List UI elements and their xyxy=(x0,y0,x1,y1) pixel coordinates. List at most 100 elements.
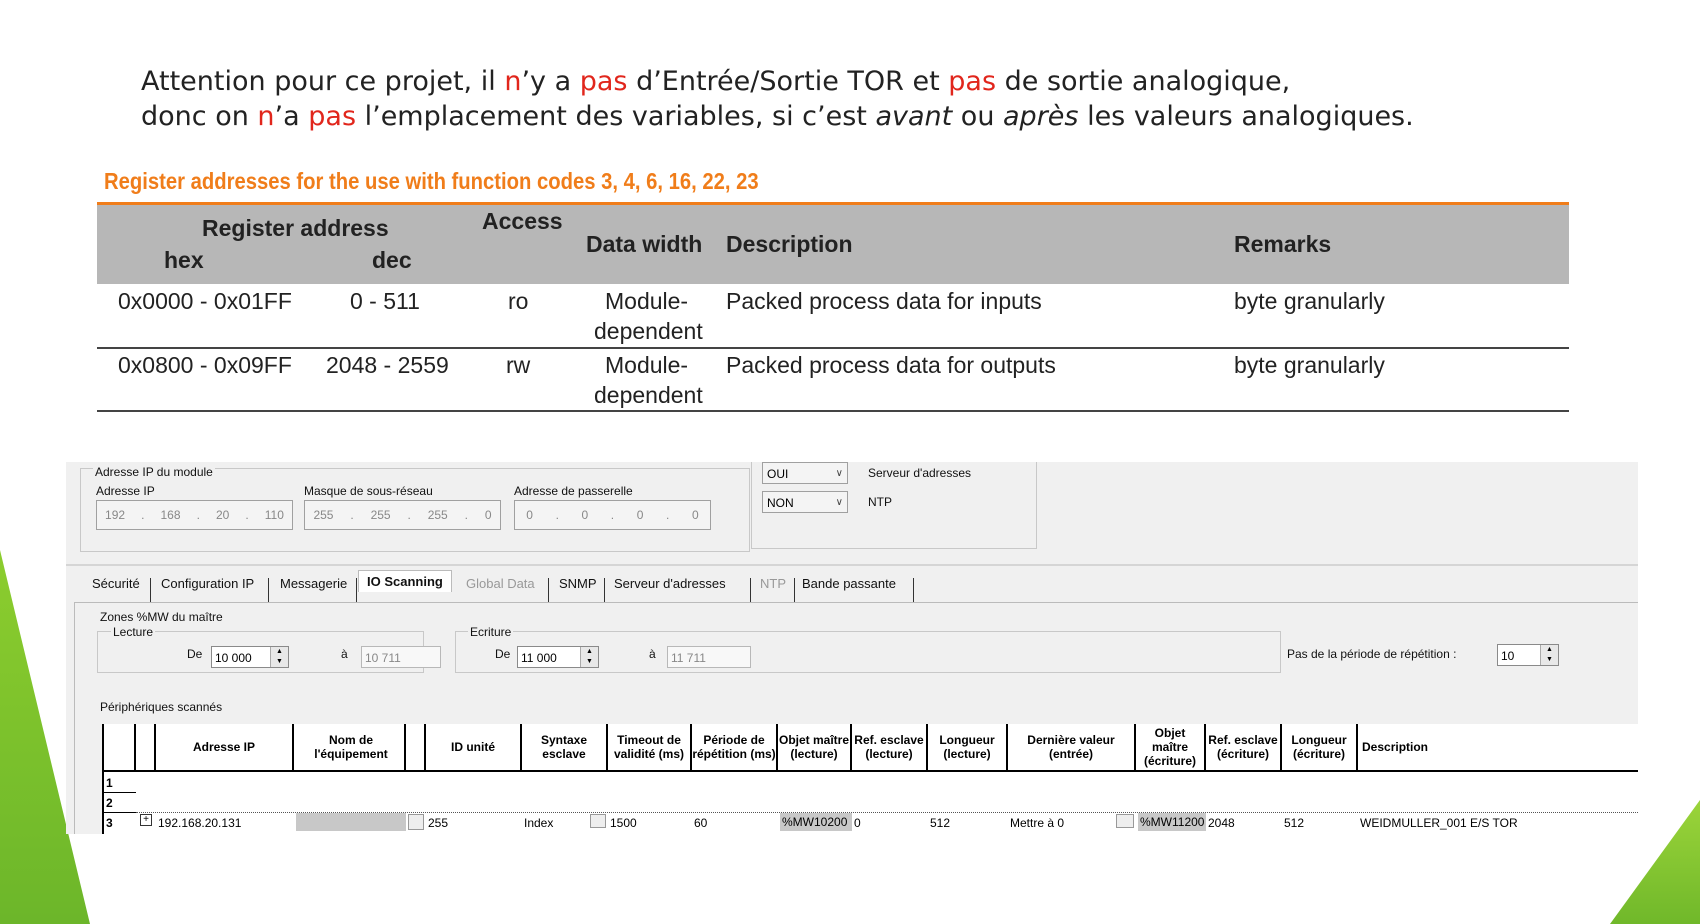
row3-len-read[interactable]: 512 xyxy=(930,816,950,830)
row-number-1[interactable]: 1 xyxy=(106,776,113,790)
module-ip-group-label: Adresse IP du module xyxy=(93,465,215,479)
lecture-from-spinner[interactable]: 10 000 ▲ ▼ xyxy=(211,646,289,668)
row3-ref-read[interactable]: 0 xyxy=(854,816,861,830)
col-objet-maitre-lecture[interactable]: Objet maître (lecture) xyxy=(778,724,852,772)
lecture-de-label: De xyxy=(187,647,203,661)
ntp-combo[interactable]: NON ∨ xyxy=(762,491,848,513)
row3-unit-id[interactable]: 255 xyxy=(428,816,448,830)
row2-access: rw xyxy=(506,352,531,378)
col-nom-equipement[interactable]: Nom de l'équipement xyxy=(294,724,406,772)
spinner-arrows-icon[interactable]: ▲ ▼ xyxy=(580,647,598,667)
header-remarks: Remarks xyxy=(1234,231,1332,257)
col-periode[interactable]: Période de répétition (ms) xyxy=(692,724,778,772)
period-label: Pas de la période de répétition : xyxy=(1287,647,1457,661)
row1-remarks: byte granularly xyxy=(1234,288,1385,314)
header-data-width: Data width xyxy=(586,231,703,257)
col-ref-esclave-lecture[interactable]: Ref. esclave (lecture) xyxy=(852,724,928,772)
header-dec: dec xyxy=(372,247,412,273)
register-row-separator xyxy=(97,347,1569,349)
row1-access: ro xyxy=(508,288,529,314)
register-table-bottom-rule xyxy=(97,410,1569,412)
ip-address-field[interactable]: 192. 168. 20. 110 xyxy=(96,500,293,530)
tab-securite[interactable]: Sécurité xyxy=(92,576,140,591)
tab-configuration-ip[interactable]: Configuration IP xyxy=(161,576,254,591)
row2-remarks: byte granularly xyxy=(1234,352,1385,378)
tab-bande-passante[interactable]: Bande passante xyxy=(802,576,896,591)
row3-last-value[interactable]: Mettre à 0 xyxy=(1010,816,1064,830)
tab-serveur-adresses[interactable]: Serveur d'adresses xyxy=(614,576,726,591)
col-adresse-ip[interactable]: Adresse IP xyxy=(156,724,294,772)
row2-dec: 2048 - 2559 xyxy=(326,352,449,378)
row2-description: Packed process data for outputs xyxy=(726,352,1056,378)
spinner-arrows-icon[interactable]: ▲ ▼ xyxy=(1540,645,1558,665)
row-number-2[interactable]: 2 xyxy=(106,796,113,810)
ecriture-a-label: à xyxy=(649,647,656,661)
address-server-combo[interactable]: OUI ∨ xyxy=(762,462,848,484)
row3-description[interactable]: WEIDMULLER_001 E/S TOR xyxy=(1360,816,1518,830)
notice-line-2: donc on n’a pas l’emplacement des variab… xyxy=(141,101,1414,132)
row2-width-line1: Module- xyxy=(605,352,689,378)
ethernet-module-config-window: Adresse IP du module Adresse IP 192. 168.… xyxy=(66,462,1638,834)
row-number-3[interactable]: 3 xyxy=(106,816,113,830)
row2-hex: 0x0800 - 0x09FF xyxy=(118,352,292,378)
row3-obj-read[interactable]: %MW10200 xyxy=(780,813,852,831)
ecriture-label: Ecriture xyxy=(468,625,514,639)
subnet-mask-label: Masque de sous-réseau xyxy=(304,484,433,498)
col-id-unite[interactable]: ID unité xyxy=(426,724,522,772)
ntp-label: NTP xyxy=(868,495,892,509)
col-objet-maitre-ecriture[interactable]: Objet maître (écriture) xyxy=(1136,724,1206,772)
col-description[interactable]: Description xyxy=(1358,724,1638,772)
tab-io-scanning[interactable]: IO Scanning xyxy=(358,570,452,592)
tab-global-data[interactable]: Global Data xyxy=(466,576,535,591)
col-longueur-ecriture[interactable]: Longueur (écriture) xyxy=(1282,724,1358,772)
row1-description: Packed process data for inputs xyxy=(726,288,1042,314)
row1-width-line1: Module- xyxy=(605,288,689,314)
last-value-dropdown-button[interactable] xyxy=(1116,814,1134,828)
row2-width-line2: dependent xyxy=(594,382,703,408)
ellipsis-button[interactable] xyxy=(408,814,424,830)
row1-dec: 0 - 511 xyxy=(350,288,420,314)
row3-timeout[interactable]: 1500 xyxy=(610,816,637,830)
scanned-devices-grid: Adresse IP Nom de l'équipement ID unité … xyxy=(102,724,1638,834)
row3-syntax[interactable]: Index xyxy=(524,816,553,830)
header-description: Description xyxy=(726,231,853,257)
chevron-down-icon: ∨ xyxy=(835,468,843,479)
row3-obj-write[interactable]: %MW11200 xyxy=(1138,813,1206,831)
lecture-a-label: à xyxy=(341,647,348,661)
col-ref-esclave-ecriture[interactable]: Ref. esclave (écriture) xyxy=(1206,724,1282,772)
scanned-devices-label: Périphériques scannés xyxy=(100,700,223,714)
col-timeout[interactable]: Timeout de validité (ms) xyxy=(608,724,692,772)
tab-messagerie[interactable]: Messagerie xyxy=(280,576,347,591)
ecriture-to-field: 11 711 xyxy=(667,646,751,668)
expand-plus-icon[interactable]: + xyxy=(140,814,152,826)
row3-len-write[interactable]: 512 xyxy=(1284,816,1304,830)
lecture-to-field: 10 711 xyxy=(361,646,441,668)
row3-period[interactable]: 60 xyxy=(694,816,707,830)
syntax-dropdown-button[interactable] xyxy=(590,814,606,828)
row1-width-line2: dependent xyxy=(594,318,703,344)
row3-ip[interactable]: 192.168.20.131 xyxy=(158,816,241,830)
col-longueur-lecture[interactable]: Longueur (lecture) xyxy=(928,724,1008,772)
row3-ref-write[interactable]: 2048 xyxy=(1208,816,1235,830)
notice-text: Attention pour ce projet, il n’y a pas d… xyxy=(141,64,1414,134)
spinner-arrows-icon[interactable]: ▲ ▼ xyxy=(270,647,288,667)
lecture-label: Lecture xyxy=(111,625,156,639)
tab-ntp[interactable]: NTP xyxy=(760,576,786,591)
header-hex: hex xyxy=(164,247,204,273)
col-derniere-valeur[interactable]: Dernière valeur (entrée) xyxy=(1008,724,1136,772)
header-access: Access xyxy=(482,208,563,234)
zones-label: Zones %MW du maître xyxy=(100,610,223,624)
gateway-field[interactable]: 0.0.0.0 xyxy=(514,500,711,530)
chevron-down-icon: ∨ xyxy=(835,497,843,508)
period-spinner[interactable]: 10 ▲ ▼ xyxy=(1497,644,1559,666)
gateway-label: Adresse de passerelle xyxy=(514,484,633,498)
register-table-title: Register addresses for the use with func… xyxy=(104,168,759,194)
row3-name[interactable] xyxy=(296,813,406,831)
config-tab-bar: Sécurité Configuration IP Messagerie IO … xyxy=(66,564,1638,602)
tab-snmp[interactable]: SNMP xyxy=(559,576,597,591)
notice-line-1: Attention pour ce projet, il n’y a pas d… xyxy=(141,66,1291,97)
col-syntaxe-esclave[interactable]: Syntaxe esclave xyxy=(522,724,608,772)
header-register-address: Register address xyxy=(202,215,389,241)
subnet-mask-field[interactable]: 255. 255. 255. 0 xyxy=(304,500,501,530)
ecriture-from-spinner[interactable]: 11 000 ▲ ▼ xyxy=(517,646,599,668)
